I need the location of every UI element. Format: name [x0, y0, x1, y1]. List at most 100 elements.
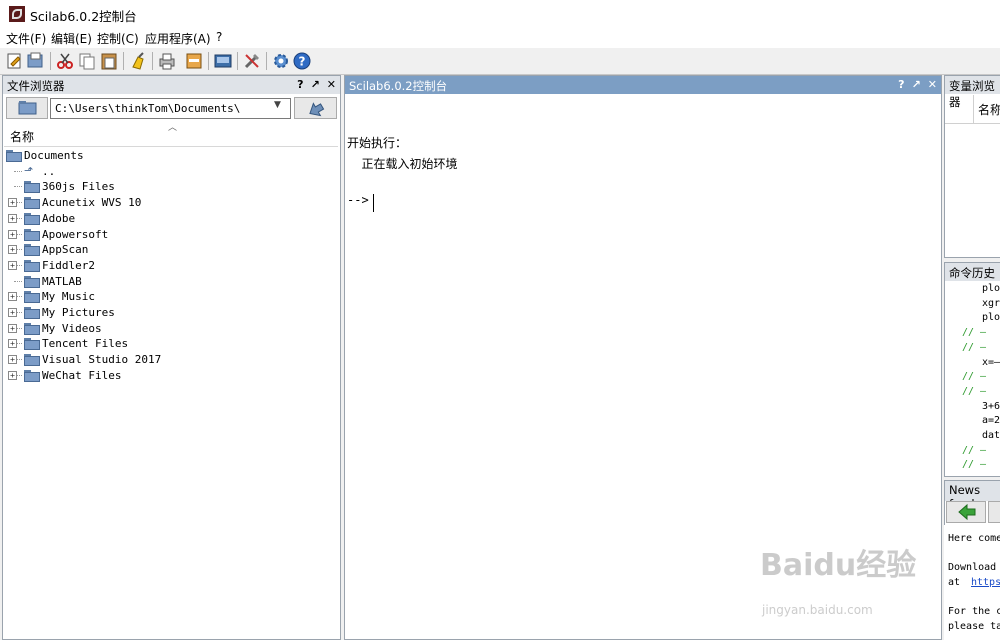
- file-tree-label: Visual Studio 2017: [42, 353, 162, 367]
- expand-toggle-icon[interactable]: +: [8, 292, 17, 302]
- history-session-row[interactable]: // —: [962, 342, 986, 353]
- menu-file[interactable]: 文件(F): [6, 30, 46, 47]
- expand-toggle-icon[interactable]: +: [8, 308, 17, 317]
- demo-icon[interactable]: [213, 51, 233, 71]
- toolbar: ?: [0, 48, 1000, 75]
- variable-browser-icon[interactable]: [184, 51, 204, 71]
- history-session-row[interactable]: // —: [962, 371, 986, 382]
- scilab-logo-icon: [9, 6, 25, 22]
- history-command-row[interactable]: plo: [982, 312, 1000, 323]
- file-tree-label: Acunetix WVS 10: [42, 196, 142, 210]
- news-previous-button[interactable]: [946, 501, 986, 523]
- undock-icon[interactable]: ↗: [912, 78, 921, 91]
- file-tree-row[interactable]: + Adobe: [4, 211, 334, 226]
- file-tree-row[interactable]: ⬏..: [4, 164, 334, 179]
- help-icon[interactable]: ?: [297, 78, 303, 91]
- toolbar-separator: [152, 52, 153, 70]
- console-line: 正在载入初始环境: [347, 157, 458, 171]
- tree-connector: [14, 170, 22, 172]
- file-tree-label: My Pictures: [42, 306, 115, 319]
- open-file-icon[interactable]: [25, 51, 45, 71]
- file-tree-row[interactable]: + Apowersoft: [4, 227, 334, 242]
- expand-toggle-icon[interactable]: +: [8, 355, 17, 365]
- file-tree-row[interactable]: MATLAB: [4, 274, 334, 289]
- history-session-row[interactable]: // —: [962, 327, 986, 338]
- close-icon[interactable]: ✕: [327, 78, 336, 91]
- file-tree-label: 360js Files: [42, 180, 115, 194]
- expand-toggle-icon[interactable]: +: [8, 229, 17, 239]
- news-link[interactable]: https: [971, 577, 1000, 588]
- expand-toggle-icon[interactable]: +: [8, 245, 17, 255]
- news-feed-content: Here come Download at https For the c pl…: [944, 525, 1000, 640]
- command-history-header: 命令历史: [945, 263, 1000, 281]
- browse-folder-button[interactable]: [6, 97, 48, 119]
- expand-toggle-icon[interactable]: +: [8, 213, 17, 223]
- file-tree-label: AppScan: [42, 243, 89, 257]
- file-tree-row[interactable]: + WeChat Files: [4, 368, 334, 383]
- paste-icon[interactable]: [99, 51, 119, 71]
- file-tree-row[interactable]: + Visual Studio 2017: [4, 352, 334, 367]
- print-icon[interactable]: [157, 51, 177, 71]
- folder-icon: [24, 291, 40, 304]
- menu-control[interactable]: 控制(C): [97, 30, 139, 47]
- variable-browser-panel: 变量浏览器 名称: [944, 75, 1000, 258]
- variable-column-header[interactable]: 名称: [945, 95, 1000, 124]
- history-session-row[interactable]: // —: [962, 386, 986, 397]
- cut-icon[interactable]: [55, 51, 75, 71]
- history-command-row[interactable]: plo: [982, 283, 1000, 294]
- history-command-row[interactable]: xgr: [982, 298, 1000, 309]
- expand-toggle-icon[interactable]: +: [8, 323, 17, 333]
- menu-edit[interactable]: 编辑(E): [51, 30, 92, 47]
- file-tree-label: Adobe: [42, 211, 76, 225]
- folder-icon: [24, 181, 40, 194]
- parent-directory-button[interactable]: [294, 97, 337, 119]
- history-command-row[interactable]: dat: [982, 430, 1000, 441]
- clear-console-icon[interactable]: [128, 51, 148, 71]
- text-caret: [373, 194, 374, 212]
- window-title: Scilab6.0.2控制台: [30, 9, 137, 24]
- toolbar-separator: [50, 52, 51, 70]
- history-command-row[interactable]: 3+6: [982, 401, 1000, 412]
- copy-icon[interactable]: [77, 51, 97, 71]
- console-title: Scilab6.0.2控制台: [349, 79, 448, 93]
- help-icon[interactable]: ?: [292, 51, 312, 71]
- expand-toggle-icon[interactable]: +: [8, 370, 17, 380]
- file-tree-row[interactable]: + My Videos: [4, 321, 334, 336]
- file-tree-row[interactable]: + AppScan: [4, 242, 334, 257]
- history-session-row[interactable]: // —: [962, 445, 986, 456]
- history-session-row[interactable]: // —: [962, 459, 986, 470]
- file-tree-row[interactable]: + My Music: [4, 289, 334, 304]
- new-script-icon[interactable]: [4, 51, 24, 71]
- close-icon[interactable]: ✕: [928, 78, 937, 91]
- menu-help[interactable]: ?: [216, 30, 222, 44]
- file-tree-row[interactable]: 360js Files: [4, 179, 334, 194]
- expand-toggle-icon[interactable]: +: [8, 260, 17, 270]
- module-manager-icon[interactable]: [242, 51, 262, 71]
- path-input[interactable]: [50, 98, 291, 119]
- history-command-row[interactable]: x=—: [982, 357, 1000, 368]
- file-tree-row[interactable]: + Tencent Files: [4, 336, 334, 351]
- file-tree-label: Apowersoft: [42, 227, 109, 241]
- expand-toggle-icon[interactable]: +: [8, 339, 17, 349]
- chevron-down-icon[interactable]: ▼: [274, 100, 281, 110]
- menu-applications[interactable]: 应用程序(A): [145, 30, 211, 47]
- history-command-row[interactable]: a=2: [982, 415, 1000, 426]
- news-next-button[interactable]: [988, 501, 1000, 523]
- file-tree-row[interactable]: + My Pictures: [4, 305, 334, 320]
- file-list-column-header[interactable]: ︿ 名称: [4, 123, 338, 147]
- settings-icon[interactable]: [271, 51, 291, 71]
- expand-toggle-icon[interactable]: +: [8, 198, 17, 208]
- console-output[interactable]: 开始执行： 正在载入初始环境 -->: [347, 134, 457, 207]
- undock-icon[interactable]: ↗: [311, 78, 320, 91]
- file-tree-label: WeChat Files: [42, 368, 122, 382]
- file-tree-row[interactable]: Documents: [4, 148, 334, 163]
- toolbar-separator: [123, 52, 124, 70]
- svg-text:?: ?: [299, 55, 306, 69]
- file-tree-row[interactable]: + Fiddler2: [4, 258, 334, 273]
- file-tree-row[interactable]: + Acunetix WVS 10: [4, 195, 334, 210]
- command-history-tree: plo xgr plo // — // — x=— // — // — 3+6 a=2 dat // …: [946, 283, 1000, 475]
- command-history-title: 命令历史: [949, 266, 995, 280]
- folder-icon: [24, 322, 40, 335]
- help-icon[interactable]: ?: [898, 78, 904, 91]
- folder-icon: [24, 259, 40, 272]
